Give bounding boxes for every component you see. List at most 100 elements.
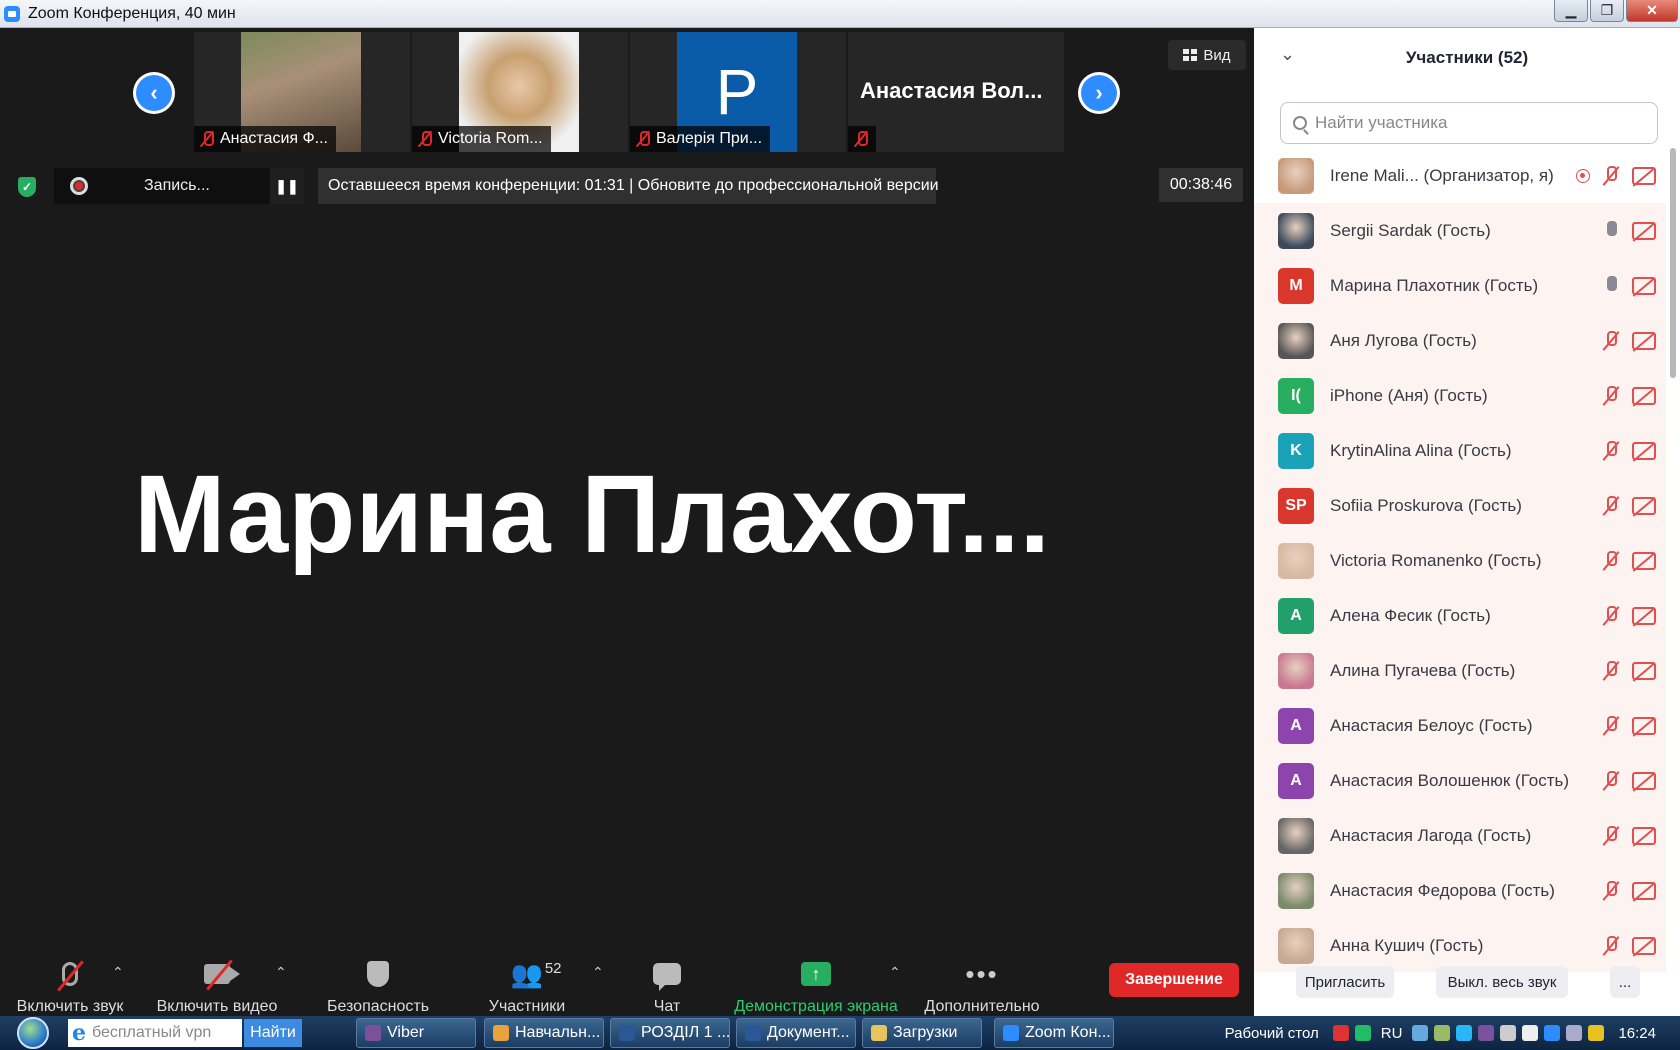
participant-row[interactable]: Анна Кушич (Гость)	[1254, 918, 1666, 972]
prev-page-button[interactable]: ‹	[133, 72, 175, 114]
start-button[interactable]	[6, 1016, 60, 1050]
participant-row[interactable]: A Анастасия Белоус (Гость)	[1254, 698, 1666, 753]
encryption-shield[interactable]: ✓	[14, 173, 40, 201]
participant-row[interactable]: М Марина Плахотник (Гость)	[1254, 258, 1666, 313]
participant-row[interactable]: A Анастасия Волошенюк (Гость)	[1254, 753, 1666, 808]
participant-row[interactable]: K KrytinAlina Alina (Гость)	[1254, 423, 1666, 478]
participant-row[interactable]: Алина Пугачева (Гость)	[1254, 643, 1666, 698]
video-thumbnail[interactable]: Анастасия Ф...	[194, 32, 410, 152]
camera-off-icon[interactable]	[1632, 442, 1656, 460]
next-page-button[interactable]: ›	[1078, 72, 1120, 114]
mic-icon[interactable]	[1602, 275, 1620, 297]
camera-off-icon[interactable]	[1632, 717, 1656, 735]
audio-options-caret[interactable]: ⌃	[112, 964, 124, 981]
camera-off-icon[interactable]	[1632, 662, 1656, 680]
participant-row[interactable]: SP Sofiia Proskurova (Гость)	[1254, 478, 1666, 533]
mic-muted-icon[interactable]	[1602, 880, 1620, 902]
telegram-icon[interactable]	[1456, 1025, 1473, 1041]
invite-button[interactable]: Пригласить	[1296, 966, 1394, 998]
camera-off-icon[interactable]	[1632, 332, 1656, 350]
mic-muted-icon[interactable]	[1602, 770, 1620, 792]
participant-row[interactable]: Sergii Sardak (Гость)	[1254, 203, 1666, 258]
tray-app-icon[interactable]	[1332, 1025, 1349, 1041]
bluetooth-icon[interactable]	[1412, 1025, 1429, 1041]
mic-muted-icon[interactable]	[1602, 440, 1620, 462]
taskbar-find-button[interactable]: Найти	[244, 1019, 302, 1047]
participant-row[interactable]: A Алена Фесик (Гость)	[1254, 588, 1666, 643]
panel-more-button[interactable]: ...	[1610, 966, 1640, 998]
volume-icon[interactable]	[1500, 1025, 1517, 1041]
tray-app-icon[interactable]	[1354, 1025, 1371, 1041]
video-thumbnail[interactable]: Анастасия Вол...	[848, 32, 1064, 152]
view-button[interactable]: Вид	[1168, 40, 1246, 70]
minimize-button[interactable]: ▁	[1554, 0, 1588, 22]
network-icon[interactable]	[1566, 1025, 1583, 1041]
camera-off-icon[interactable]	[1632, 552, 1656, 570]
pause-recording-button[interactable]: ❚❚	[270, 168, 304, 204]
taskbar-item[interactable]: Viber	[356, 1018, 476, 1048]
video-options-caret[interactable]: ⌃	[275, 964, 287, 981]
participant-name: Алена Фесик (Гость)	[1330, 605, 1491, 625]
language-indicator[interactable]: RU	[1381, 1025, 1403, 1042]
mic-muted-icon[interactable]	[1602, 935, 1620, 957]
taskbar-item[interactable]: Документ...	[736, 1018, 856, 1048]
tray-app-icon[interactable]	[1434, 1025, 1451, 1041]
camera-off-icon[interactable]	[1632, 937, 1656, 955]
show-desktop-label[interactable]: Рабочий стол	[1225, 1025, 1319, 1042]
mic-muted-icon[interactable]	[1602, 715, 1620, 737]
participant-list: Irene Mali... (Организатор, я) Sergii Sar…	[1254, 148, 1666, 972]
taskbar-search-input[interactable]: e бесплатный vpn	[68, 1019, 242, 1047]
participants-button[interactable]: 👥 52 Участники	[480, 950, 574, 1020]
taskbar-item[interactable]: Загрузки	[862, 1018, 982, 1048]
share-screen-button[interactable]: ↑ Демонстрация экрана	[726, 950, 906, 1020]
camera-off-icon[interactable]	[1632, 607, 1656, 625]
camera-off-icon[interactable]	[1632, 222, 1656, 240]
taskbar-item[interactable]: РОЗДІЛ 1 ...	[610, 1018, 730, 1048]
start-video-button[interactable]: Включить видео	[150, 950, 284, 1020]
mic-muted-icon[interactable]	[1602, 330, 1620, 352]
zoom-tray-icon[interactable]	[1544, 1025, 1561, 1041]
clock[interactable]: 16:24	[1618, 1025, 1656, 1042]
close-button[interactable]: ✕	[1626, 0, 1678, 22]
camera-off-icon[interactable]	[1632, 772, 1656, 790]
taskbar-item[interactable]: Навчальн...	[484, 1018, 604, 1048]
end-meeting-button[interactable]: Завершение	[1109, 963, 1239, 997]
security-button[interactable]: Безопасность	[320, 950, 436, 1020]
chat-button[interactable]: Чат	[630, 950, 704, 1020]
participant-row[interactable]: Анастасия Федорова (Гость)	[1254, 863, 1666, 918]
camera-off-icon[interactable]	[1632, 497, 1656, 515]
unmute-button[interactable]: Включить звук	[12, 950, 128, 1020]
video-thumbnail[interactable]: P Валерія При...	[630, 32, 846, 152]
video-thumbnail[interactable]: Victoria Rom...	[412, 32, 628, 152]
flag-icon[interactable]	[1522, 1025, 1539, 1041]
participant-search-input[interactable]: Найти участника	[1280, 102, 1658, 144]
maximize-button[interactable]: ❐	[1590, 0, 1624, 22]
participant-row[interactable]: Irene Mali... (Организатор, я)	[1254, 148, 1666, 203]
mic-muted-icon[interactable]	[1602, 825, 1620, 847]
participant-row[interactable]: Victoria Romanenko (Гость)	[1254, 533, 1666, 588]
mic-muted-icon[interactable]	[1602, 495, 1620, 517]
participant-list-scrollbar[interactable]	[1670, 148, 1676, 378]
more-button[interactable]: ••• Дополнительно	[920, 950, 1044, 1020]
camera-off-icon[interactable]	[1632, 277, 1656, 295]
share-options-caret[interactable]: ⌃	[889, 964, 901, 981]
mic-muted-icon[interactable]	[1602, 660, 1620, 682]
taskbar-item[interactable]: Zoom Кон...	[994, 1018, 1114, 1048]
camera-off-icon[interactable]	[1632, 882, 1656, 900]
mic-muted-icon[interactable]	[1602, 550, 1620, 572]
participant-row[interactable]: Аня Лугова (Гость)	[1254, 313, 1666, 368]
camera-off-icon[interactable]	[1632, 167, 1656, 185]
participant-row[interactable]: I(iPhone (Аня) (Гость)	[1254, 368, 1666, 423]
time-remaining-notice[interactable]: Оставшееся время конференции: 01:31 | Об…	[318, 168, 939, 204]
camera-off-icon[interactable]	[1632, 827, 1656, 845]
participants-options-caret[interactable]: ⌃	[592, 964, 604, 981]
participant-row[interactable]: Анастасия Лагода (Гость)	[1254, 808, 1666, 863]
viber-tray-icon[interactable]	[1478, 1025, 1495, 1041]
mic-muted-icon[interactable]	[1602, 605, 1620, 627]
camera-off-icon[interactable]	[1632, 387, 1656, 405]
mic-muted-icon[interactable]	[1602, 165, 1620, 187]
mute-all-button[interactable]: Выкл. весь звук	[1436, 966, 1568, 998]
tray-app-icon[interactable]	[1588, 1025, 1605, 1041]
mic-muted-icon[interactable]	[1602, 385, 1620, 407]
mic-icon[interactable]	[1602, 220, 1620, 242]
